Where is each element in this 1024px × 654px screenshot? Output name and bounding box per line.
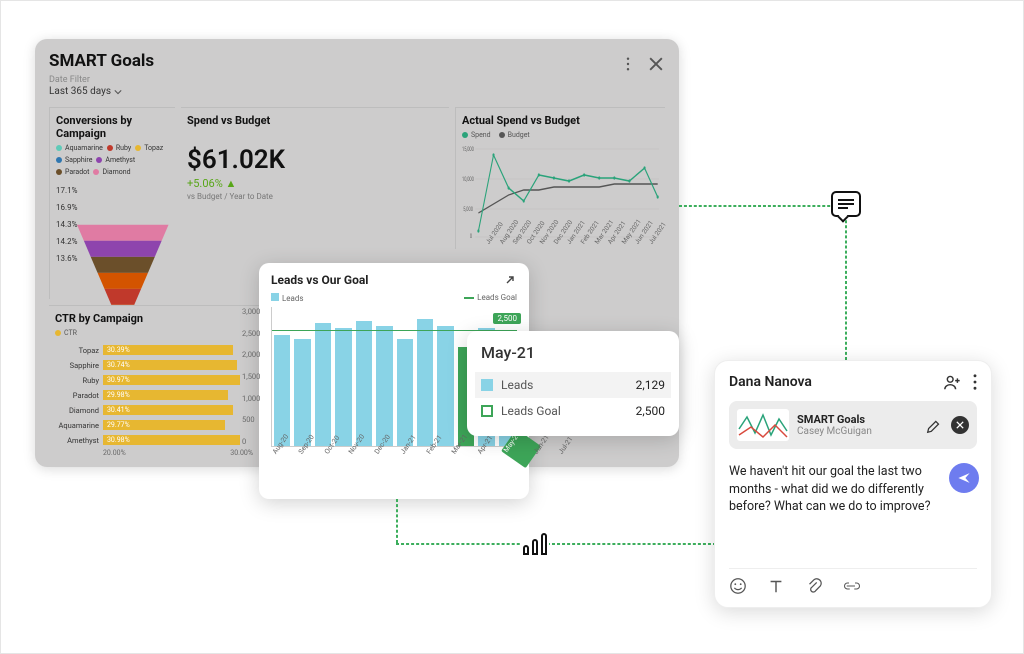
- expand-icon[interactable]: [503, 273, 517, 287]
- attachment-author: Casey McGuigan: [797, 426, 917, 437]
- legend-spend: Spend: [471, 131, 491, 139]
- leads-bar[interactable]: [356, 321, 372, 446]
- chat-message-input[interactable]: We haven't hit our goal the last two mon…: [729, 463, 977, 516]
- remove-attachment-icon[interactable]: [951, 416, 969, 434]
- dashboard-title: SMART Goals: [49, 51, 154, 71]
- svg-text:15,000: 15,000: [462, 146, 474, 153]
- date-filter-value: Last 365 days: [49, 86, 111, 97]
- text-format-icon[interactable]: [767, 577, 785, 595]
- edit-icon[interactable]: [925, 416, 943, 434]
- ctr-axis: 20.00% 30.00%: [103, 449, 253, 457]
- attachment-title: SMART Goals: [797, 413, 917, 426]
- attachment-chip[interactable]: SMART Goals Casey McGuigan: [729, 401, 977, 449]
- leads-x-axis: Aug-20Sep-20Oct-20Nov-20Dec-20Jan-21Feb-…: [271, 451, 517, 481]
- emoji-icon[interactable]: [729, 577, 747, 595]
- date-filter-label: Date Filter: [49, 75, 154, 85]
- goal-badge: 2,500: [493, 313, 521, 324]
- leads-tooltip: May-21 Leads 2,129 Leads Goal 2,500: [467, 331, 679, 436]
- leads-bar[interactable]: [376, 326, 392, 446]
- tooltip-goal-row: Leads Goal 2,500: [481, 398, 665, 424]
- line-x-axis: Jul 2020Aug 2020Sep 2020Oct 2020Nov 2020…: [462, 241, 659, 249]
- add-user-icon[interactable]: [943, 373, 961, 391]
- spend-vs-budget-panel: Spend vs Budget $61.02K +5.06% ▲ vs Budg…: [181, 107, 449, 249]
- tooltip-title: May-21: [481, 343, 665, 362]
- kpi-delta: +5.06% ▲: [187, 177, 443, 190]
- leads-title: Leads vs Our Goal: [271, 273, 368, 287]
- connector-line: [396, 543, 716, 545]
- tooltip-leads-row: Leads 2,129: [475, 372, 671, 398]
- chart-icon: [521, 529, 549, 557]
- leads-bar[interactable]: [335, 328, 351, 446]
- svg-text:10,000: 10,000: [462, 176, 474, 183]
- ctr-legend: CTR: [64, 329, 77, 337]
- chat-message-text: We haven't hit our goal the last two mon…: [729, 464, 930, 514]
- leads-bar[interactable]: [417, 319, 433, 446]
- connector-line: [845, 205, 847, 360]
- chevron-down-icon: [114, 89, 122, 95]
- attachment-thumbnail: [737, 409, 789, 441]
- legend-leads: Leads: [282, 294, 304, 303]
- connector-line: [679, 205, 845, 207]
- kpi-value: $61.02K: [187, 145, 443, 175]
- date-filter-dropdown[interactable]: Last 365 days: [49, 86, 154, 97]
- leads-bar[interactable]: [315, 323, 331, 446]
- funnel-panel: Conversions by Campaign Aquamarine Ruby …: [49, 107, 175, 299]
- line-chart[interactable]: 15,000 10,000 5,000 0: [462, 139, 659, 239]
- attachment-icon[interactable]: [805, 577, 823, 595]
- more-vertical-icon[interactable]: [973, 374, 977, 390]
- funnel-legend: Aquamarine Ruby Topaz Sapphire Amethyst …: [56, 144, 169, 176]
- leads-y-axis: 3,0002,5002,000 1,5001,0005000: [242, 307, 260, 446]
- leads-bar[interactable]: [437, 326, 453, 446]
- chat-contact-name: Dana Nanova: [729, 374, 812, 390]
- leads-bar[interactable]: [294, 339, 310, 446]
- actual-spend-panel: Actual Spend vs Budget Spend Budget 15,0…: [455, 107, 665, 249]
- link-icon[interactable]: [843, 577, 861, 595]
- connector-line: [396, 499, 398, 543]
- close-icon[interactable]: [647, 55, 665, 73]
- send-button[interactable]: [949, 463, 979, 493]
- comment-icon: [831, 191, 861, 217]
- svg-text:0: 0: [470, 233, 472, 239]
- leads-bar[interactable]: [274, 335, 290, 446]
- spend-panel-title: Spend vs Budget: [187, 114, 443, 127]
- leads-bar[interactable]: [397, 339, 413, 446]
- legend-goal: Leads Goal: [477, 293, 517, 302]
- legend-budget: Budget: [508, 131, 530, 139]
- chat-card: Dana Nanova SMART Goals Casey McGuigan W…: [714, 360, 992, 608]
- svg-text:5,000: 5,000: [463, 206, 473, 213]
- kpi-note: vs Budget / Year to Date: [187, 192, 443, 201]
- funnel-title: Conversions by Campaign: [56, 114, 169, 140]
- more-vertical-icon[interactable]: [619, 55, 637, 73]
- actual-panel-title: Actual Spend vs Budget: [462, 114, 659, 127]
